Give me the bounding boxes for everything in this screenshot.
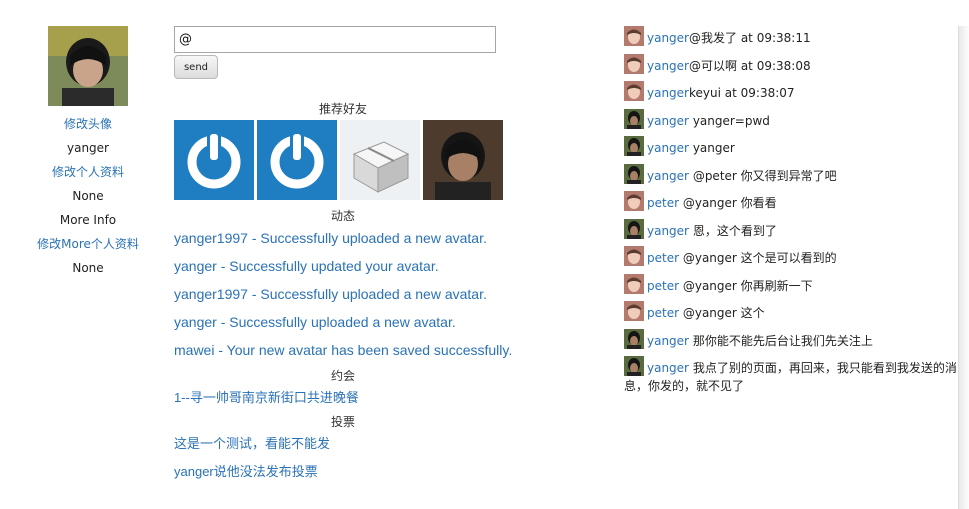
chat-message-text: @yanger 这个 bbox=[679, 306, 765, 320]
chat-username-link[interactable]: peter bbox=[647, 306, 679, 320]
activity-item[interactable]: yanger - Successfully updated your avata… bbox=[174, 252, 554, 280]
activity-item[interactable]: yanger - Successfully uploaded a new ava… bbox=[174, 308, 554, 336]
chat-username-link[interactable]: peter bbox=[647, 196, 679, 210]
chat-message-text: @yanger 你看看 bbox=[679, 196, 777, 210]
vote-item[interactable]: yanger说他没法发布投票 bbox=[174, 458, 554, 486]
profile-value: None bbox=[72, 189, 104, 203]
user-photo-avatar-icon[interactable] bbox=[624, 108, 644, 129]
chat-message: peter @yanger 这个 bbox=[624, 301, 960, 329]
user-face-avatar-icon[interactable] bbox=[624, 246, 644, 266]
power-avatar-icon[interactable] bbox=[257, 120, 337, 200]
user-avatar-image bbox=[48, 26, 128, 106]
dates-heading: 约会 bbox=[330, 369, 355, 383]
user-face-avatar-icon[interactable] bbox=[624, 81, 644, 101]
change-avatar-link[interactable]: 修改头像 bbox=[20, 112, 156, 136]
date-item[interactable]: 1--寻一帅哥南京新街口共进晚餐 bbox=[174, 384, 554, 412]
chat-message-text: @yanger 你再刷新一下 bbox=[679, 278, 813, 293]
edit-more-profile-link[interactable]: 修改More个人资料 bbox=[20, 232, 156, 256]
chat-message: peter @yanger 你看看 bbox=[624, 191, 960, 219]
chat-username-link[interactable]: yanger bbox=[647, 334, 689, 348]
chat-username-link[interactable]: yanger bbox=[647, 361, 689, 375]
user-face-avatar-icon[interactable] bbox=[624, 273, 644, 294]
chat-message: yanger 恩，这个看到了 bbox=[624, 218, 960, 247]
chat-message-text: 那你能不能先后台让我们先关注上 bbox=[689, 333, 873, 348]
chat-username-link[interactable]: yanger bbox=[647, 59, 689, 73]
send-button[interactable]: send bbox=[174, 55, 218, 79]
chat-username-link[interactable]: yanger bbox=[647, 31, 689, 45]
chat-message: yanger yanger=pwd bbox=[624, 108, 960, 137]
chat-username-link[interactable]: yanger bbox=[647, 86, 689, 100]
chat-username-link[interactable]: yanger bbox=[647, 169, 689, 183]
recommended-friends-list bbox=[174, 120, 554, 200]
main-column: send 推荐好友 动态 ya bbox=[174, 26, 554, 486]
activity-item[interactable]: yanger1997 - Successfully uploaded a new… bbox=[174, 280, 554, 308]
activity-heading: 动态 bbox=[330, 209, 355, 223]
power-avatar-icon[interactable] bbox=[174, 120, 254, 200]
chat-message: yanger 那你能不能先后台让我们先关注上 bbox=[624, 328, 960, 357]
recommended-friends-heading: 推荐好友 bbox=[318, 102, 367, 116]
chat-message: yanger 我点了别的页面，再回来，我只能看到我发送的消息，你发的，就不见了 bbox=[624, 356, 960, 395]
activity-item[interactable]: mawei - Your new avatar has been saved s… bbox=[174, 336, 554, 364]
chat-message: yanger@我发了 at 09:38:11 bbox=[624, 26, 960, 54]
chat-panel: yanger@我发了 at 09:38:11 yanger@可以啊 at 09:3… bbox=[624, 26, 960, 395]
chat-message-text: @可以啊 at 09:38:08 bbox=[689, 58, 811, 73]
chat-message: yanger yanger bbox=[624, 136, 960, 164]
more-info-label: More Info bbox=[59, 213, 117, 227]
user-photo-avatar-icon[interactable] bbox=[624, 136, 644, 156]
chat-message-text: yanger=pwd bbox=[689, 113, 770, 128]
edit-profile-link[interactable]: 修改个人资料 bbox=[20, 160, 156, 184]
chat-username-link[interactable]: yanger bbox=[647, 224, 689, 238]
vote-item[interactable]: 这是一个测试，看能不能发 bbox=[174, 430, 554, 458]
chat-message: yanger@可以啊 at 09:38:08 bbox=[624, 53, 960, 82]
chat-message-text: yanger bbox=[689, 141, 735, 155]
chat-message-text: keyui at 09:38:07 bbox=[689, 86, 795, 100]
user-face-avatar-icon[interactable] bbox=[624, 26, 644, 46]
chat-username-link[interactable]: yanger bbox=[647, 114, 689, 128]
more-info-value: None bbox=[72, 261, 104, 275]
chat-username-link[interactable]: peter bbox=[647, 279, 679, 293]
chat-message-text: @yanger 这个是可以看到的 bbox=[679, 251, 837, 265]
user-photo-avatar-icon[interactable] bbox=[624, 163, 644, 184]
activity-item[interactable]: yanger1997 - Successfully uploaded a new… bbox=[174, 224, 554, 252]
chat-message-text: 恩，这个看到了 bbox=[689, 223, 777, 238]
chat-message: peter @yanger 这个是可以看到的 bbox=[624, 246, 960, 274]
chat-message: peter @yanger 你再刷新一下 bbox=[624, 273, 960, 302]
box-avatar-icon[interactable] bbox=[340, 120, 420, 200]
message-input[interactable] bbox=[174, 26, 496, 53]
chat-message-text: @peter 你又得到异常了吧 bbox=[689, 168, 837, 183]
user-face-avatar-icon[interactable] bbox=[624, 301, 644, 321]
username-label: yanger bbox=[67, 141, 109, 155]
votes-heading: 投票 bbox=[330, 415, 355, 429]
user-face-avatar-icon[interactable] bbox=[624, 191, 644, 211]
chat-message: yangerkeyui at 09:38:07 bbox=[624, 81, 960, 109]
chat-message-text: @我发了 at 09:38:11 bbox=[689, 31, 811, 45]
user-photo-avatar-icon[interactable] bbox=[624, 218, 644, 239]
user-photo-avatar-icon[interactable] bbox=[624, 356, 644, 376]
scrollbar[interactable] bbox=[958, 26, 969, 509]
profile-panel: 修改头像 yanger 修改个人资料 None More Info 修改More… bbox=[20, 26, 156, 280]
activity-list: yanger1997 - Successfully uploaded a new… bbox=[174, 224, 554, 364]
chat-username-link[interactable]: yanger bbox=[647, 141, 689, 155]
user-photo-avatar-icon[interactable] bbox=[624, 328, 644, 349]
photo-avatar-icon[interactable] bbox=[423, 120, 503, 200]
chat-message: yanger @peter 你又得到异常了吧 bbox=[624, 163, 960, 192]
chat-username-link[interactable]: peter bbox=[647, 251, 679, 265]
user-face-avatar-icon[interactable] bbox=[624, 53, 644, 74]
